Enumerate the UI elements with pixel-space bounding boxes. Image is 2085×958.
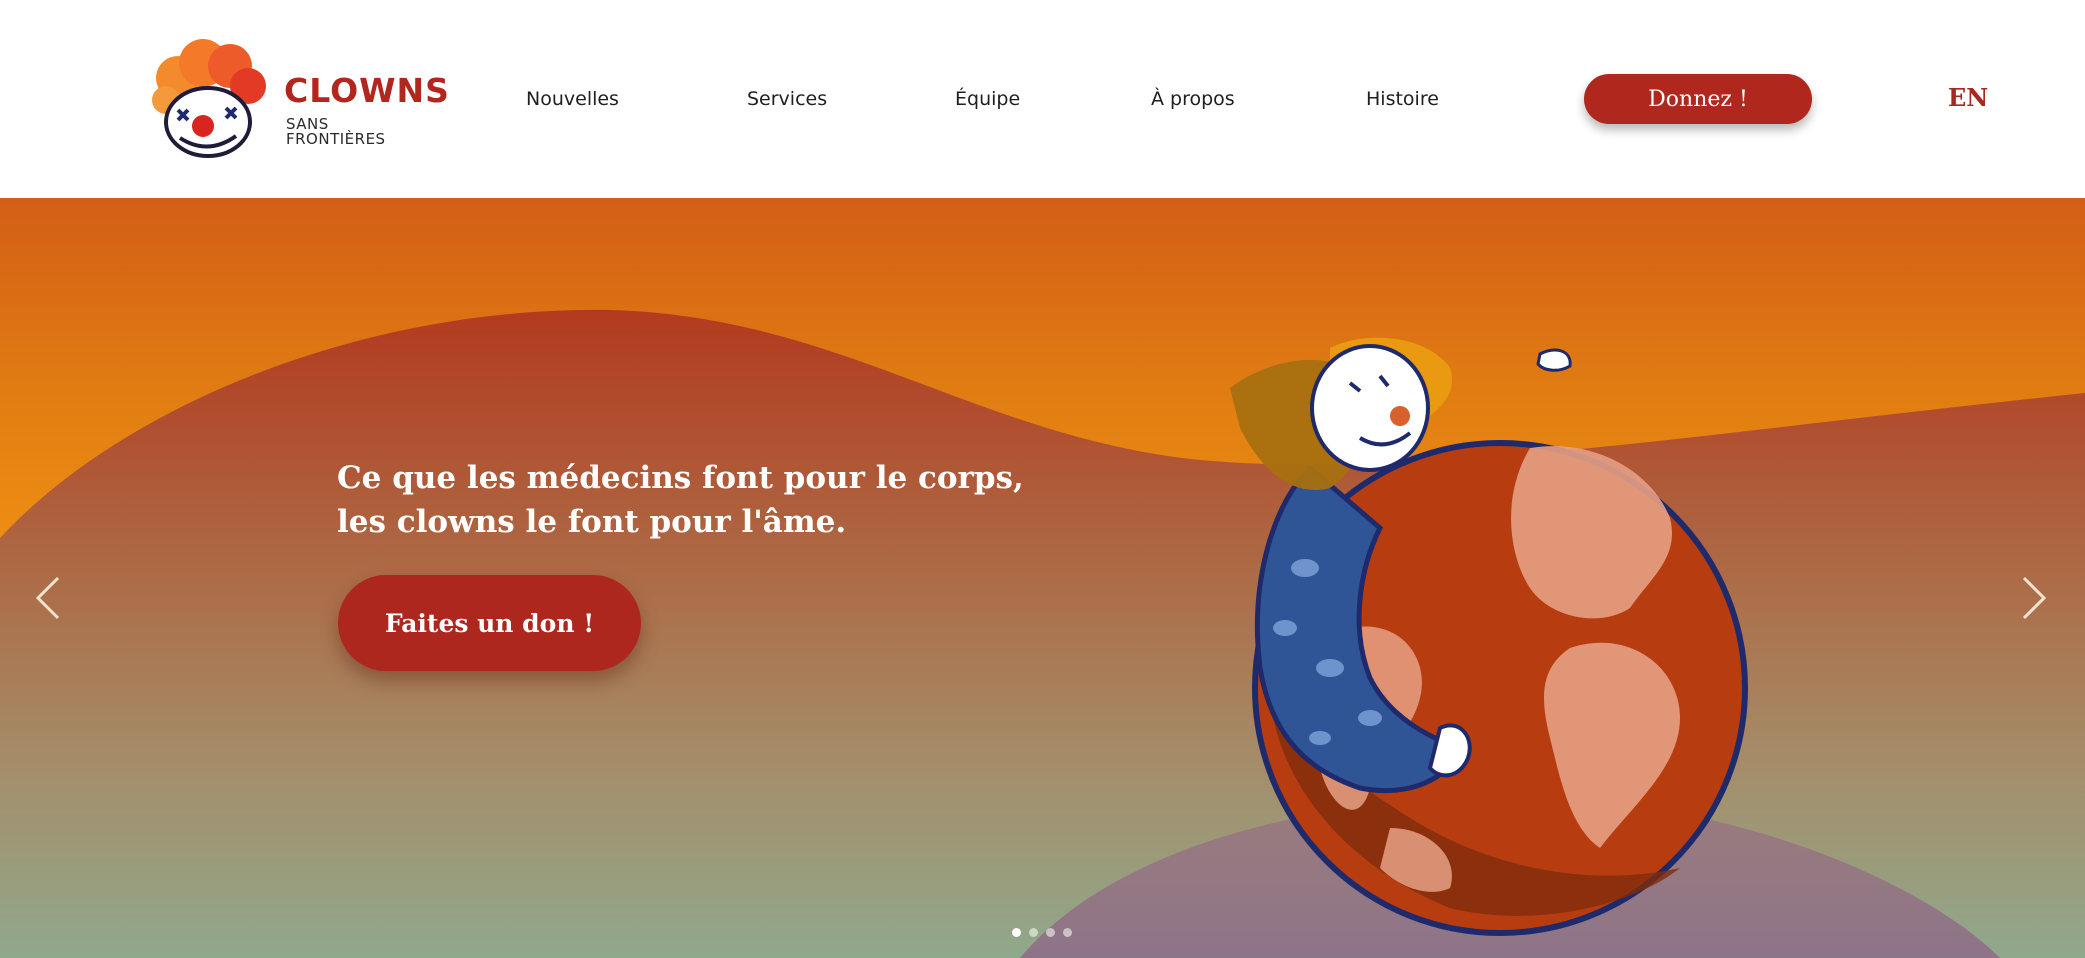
- logo[interactable]: CLOWNS SANS FRONTIÈRES: [148, 38, 449, 162]
- carousel-dot-1[interactable]: [1012, 928, 1021, 937]
- nav-item-histoire[interactable]: Histoire: [1366, 86, 1439, 112]
- carousel-prev-button[interactable]: [28, 572, 72, 624]
- donate-button[interactable]: Donnez !: [1584, 74, 1812, 124]
- clown-globe-illustration: [1230, 337, 1748, 936]
- hero-background: [0, 198, 2085, 958]
- site-header: CLOWNS SANS FRONTIÈRES Nouvelles Service…: [0, 0, 2085, 198]
- hero-title-line-2: les clowns le font pour l'âme.: [337, 504, 847, 540]
- nav-item-a-propos[interactable]: À propos: [1151, 86, 1235, 112]
- brand-name: CLOWNS: [284, 71, 450, 110]
- nav-item-services[interactable]: Services: [747, 86, 827, 112]
- carousel-dot-4[interactable]: [1063, 928, 1072, 937]
- hero-carousel: Ce que les médecins font pour le corps, …: [0, 198, 2085, 958]
- carousel-next-button[interactable]: [2010, 572, 2054, 624]
- hero-title: Ce que les médecins font pour le corps, …: [337, 456, 1097, 544]
- hero-title-line-1: Ce que les médecins font pour le corps,: [337, 460, 1024, 496]
- nav-item-nouvelles[interactable]: Nouvelles: [526, 86, 619, 112]
- chevron-left-icon: [35, 576, 60, 620]
- carousel-pagination: [1012, 928, 1084, 940]
- carousel-dot-2[interactable]: [1029, 928, 1038, 937]
- carousel-dot-3[interactable]: [1046, 928, 1055, 937]
- nav-item-equipe[interactable]: Équipe: [955, 86, 1020, 112]
- brand-tagline: SANS FRONTIÈRES: [286, 115, 386, 148]
- clown-logo-icon: [152, 39, 266, 158]
- language-switch[interactable]: EN: [1948, 82, 1988, 114]
- chevron-right-icon: [2022, 576, 2047, 620]
- hero-donate-button[interactable]: Faites un don !: [338, 575, 641, 671]
